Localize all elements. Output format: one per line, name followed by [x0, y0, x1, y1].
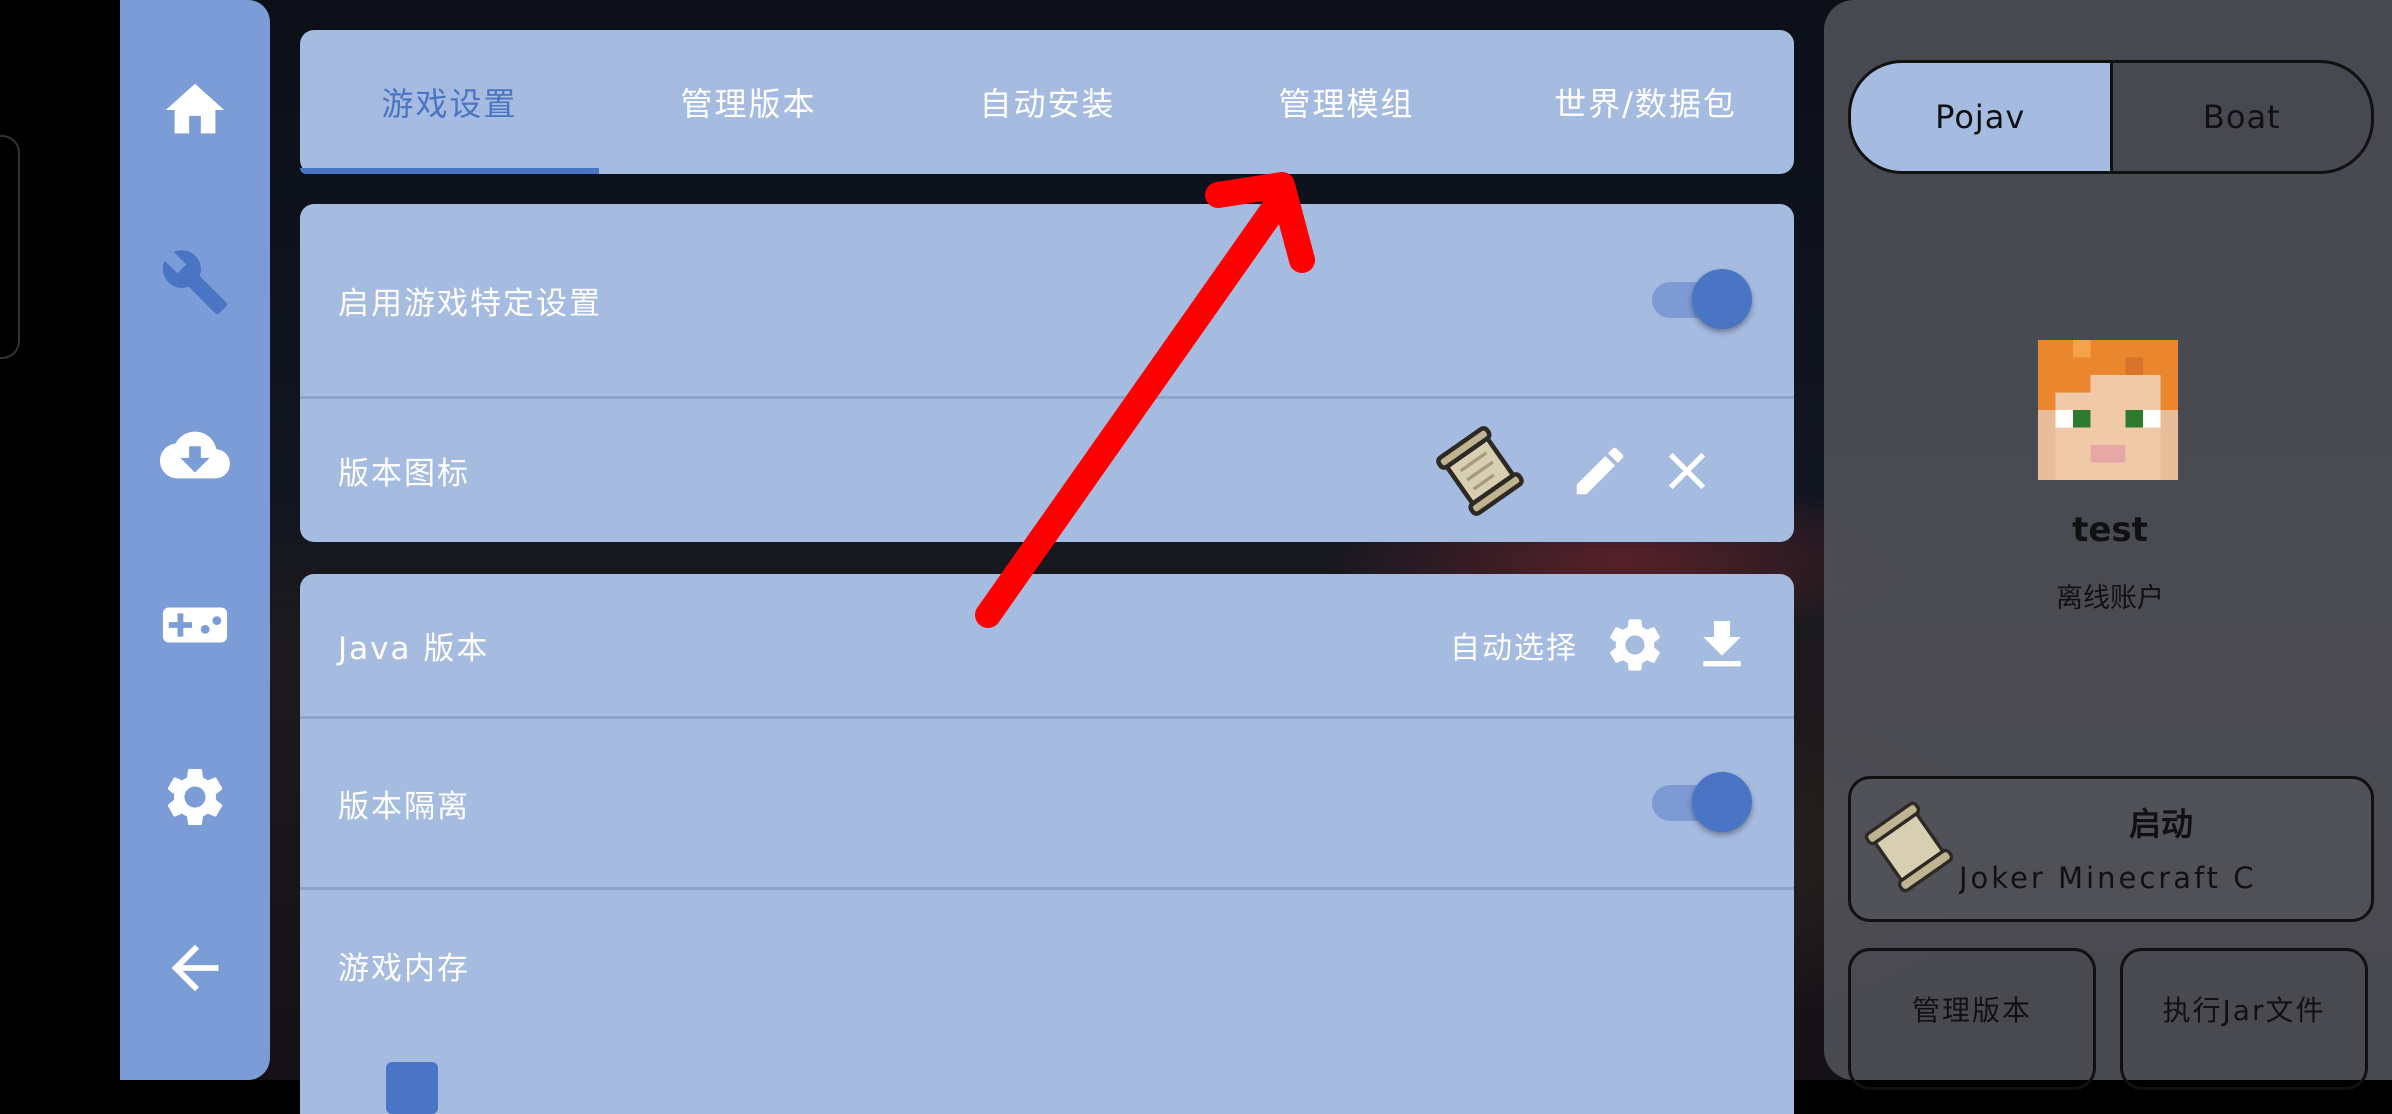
nav-back[interactable]	[120, 908, 270, 1028]
download-icon	[1703, 621, 1741, 667]
settings-card-general: 启用游戏特定设置 版本图标	[300, 204, 1794, 542]
tab-auto-install[interactable]: 自动安装	[898, 30, 1197, 174]
wrench-icon	[162, 250, 228, 315]
launcher-option-pojav[interactable]: Pojav	[1851, 63, 2113, 171]
enable-specific-toggle[interactable]	[1652, 269, 1752, 329]
setting-label: Java 版本	[338, 630, 490, 667]
auto-memory-checkbox[interactable]	[386, 1062, 438, 1114]
setting-row-version-icon: 版本图标	[300, 399, 1794, 542]
settings-card-runtime: Java 版本 自动选择 版本隔离 游戏内存	[300, 574, 1794, 1114]
cloud-download-icon	[160, 431, 230, 479]
gear-icon	[167, 768, 223, 825]
launcher-selector: Pojav Boat	[1848, 60, 2374, 174]
setting-row-enable-specific: 启用游戏特定设置	[300, 204, 1794, 396]
version-scroll-icon	[1864, 801, 1954, 893]
nav-rail	[120, 0, 270, 1080]
selected-version: Joker Minecraft Cli	[1959, 861, 2259, 895]
edit-icon-button[interactable]	[1565, 436, 1635, 506]
run-jar-button[interactable]: 执行Jar文件	[2120, 948, 2368, 1090]
screen-edge-handle	[0, 135, 20, 359]
nav-home[interactable]	[120, 50, 270, 170]
setting-label: 版本隔离	[338, 788, 470, 825]
tab-manage-versions[interactable]: 管理版本	[599, 30, 898, 174]
paper-scroll-icon	[1436, 426, 1524, 516]
close-icon	[1668, 452, 1706, 490]
isolation-toggle[interactable]	[1652, 772, 1752, 832]
setting-label: 游戏内存	[338, 950, 470, 987]
nav-settings[interactable]	[120, 737, 270, 857]
launch-label: 启动	[2128, 805, 2193, 843]
active-tab-indicator	[300, 168, 599, 174]
java-settings-button[interactable]	[1600, 610, 1670, 680]
pencil-icon	[1576, 447, 1624, 495]
setting-row-memory: 游戏内存	[300, 890, 1794, 1040]
setting-label: 启用游戏特定设置	[338, 285, 602, 322]
launcher-option-boat[interactable]: Boat	[2113, 63, 2372, 171]
gear-icon	[1610, 619, 1660, 671]
version-icon-preview[interactable]	[1430, 421, 1530, 521]
account-type: 离线账户	[2056, 583, 2164, 614]
tab-game-settings[interactable]: 游戏设置	[300, 30, 599, 174]
home-icon	[165, 83, 225, 134]
java-download-button[interactable]	[1687, 610, 1757, 680]
setting-row-java: Java 版本 自动选择	[300, 574, 1794, 716]
manage-versions-button[interactable]: 管理版本	[1848, 948, 2096, 1090]
tab-manage-mods[interactable]: 管理模组	[1197, 30, 1496, 174]
nav-tools[interactable]	[120, 222, 270, 342]
nav-controls[interactable]	[120, 565, 270, 685]
setting-row-isolation: 版本隔离	[300, 719, 1794, 887]
tab-bar: 游戏设置 管理版本 自动安装 管理模组 世界/数据包	[300, 30, 1794, 174]
setting-label: 版本图标	[338, 456, 470, 492]
back-arrow-icon	[171, 944, 219, 992]
tab-worlds-datapacks[interactable]: 世界/数据包	[1496, 30, 1795, 174]
reset-icon-button[interactable]	[1652, 436, 1722, 506]
nav-download[interactable]	[120, 395, 270, 515]
username: test	[2072, 510, 2148, 550]
launch-button[interactable]: 启动 Joker Minecraft Cli	[1848, 776, 2374, 922]
gamepad-icon	[162, 607, 228, 643]
avatar[interactable]	[2038, 340, 2178, 480]
java-version-value: 自动选择	[1450, 631, 1578, 666]
